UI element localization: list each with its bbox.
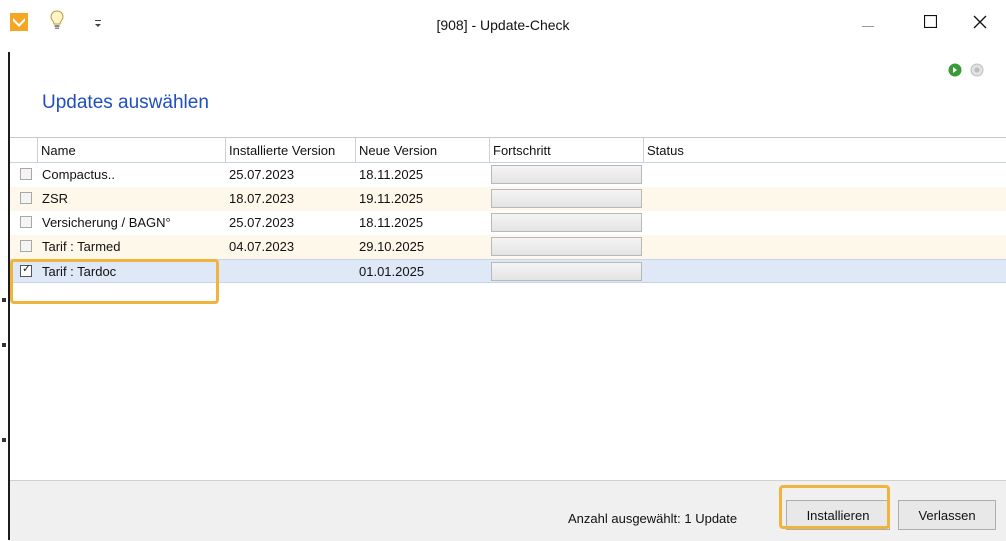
minimize-button[interactable] (848, 8, 888, 40)
column-header-new-version[interactable]: Neue Version (356, 138, 490, 162)
cell-installed-version: 25.07.2023 (229, 215, 295, 230)
forward-icon[interactable] (948, 63, 962, 82)
cell-new-version: 18.11.2025 (359, 215, 424, 230)
back-icon[interactable] (970, 63, 984, 82)
table-row[interactable]: ZSR 18.07.2023 19.11.2025 (10, 187, 1006, 211)
table-row[interactable]: Compactus.. 25.07.2023 18.11.2025 (10, 163, 1006, 187)
frame-marker (2, 438, 6, 442)
cell-installed-version: 25.07.2023 (229, 167, 295, 182)
selection-count: Anzahl ausgewählt: 1 Update (568, 511, 738, 526)
minimize-icon (862, 15, 874, 33)
title-bar: [908] - Update-Check (0, 0, 1006, 52)
maximize-icon (923, 14, 937, 33)
maximize-button[interactable] (910, 8, 950, 40)
column-header-status[interactable]: Status (644, 138, 1006, 162)
progress-bar (491, 165, 642, 184)
progress-bar (491, 189, 642, 208)
cell-name: Tarif : Tarmed (42, 239, 121, 254)
cell-installed-version: 04.07.2023 (229, 239, 295, 254)
close-button[interactable] (960, 8, 1000, 40)
cell-name: Compactus.. (42, 167, 115, 182)
navigation-icons (948, 63, 984, 82)
cell-name: ZSR (42, 191, 68, 206)
cell-new-version: 29.10.2025 (359, 239, 425, 254)
table-row[interactable]: Versicherung / BAGN° 25.07.2023 18.11.20… (10, 211, 1006, 235)
row-checkbox[interactable] (20, 240, 32, 252)
button-highlight-annotation (779, 485, 890, 529)
row-checkbox[interactable] (20, 216, 32, 228)
progress-bar (491, 237, 642, 256)
cell-name: Versicherung / BAGN° (42, 215, 171, 230)
cell-installed-version: 18.07.2023 (229, 191, 295, 206)
column-header-progress[interactable]: Fortschritt (490, 138, 644, 162)
frame-marker (2, 298, 6, 302)
progress-bar (491, 262, 642, 281)
cell-new-version: 01.01.2025 (359, 264, 425, 279)
column-header-installed-version[interactable]: Installierte Version (226, 138, 356, 162)
table-row[interactable]: Tarif : Tarmed 04.07.2023 29.10.2025 (10, 235, 1006, 259)
table-header: Name Installierte Version Neue Version F… (10, 138, 1006, 163)
cell-new-version: 18.11.2025 (359, 167, 424, 182)
row-highlight-annotation (10, 259, 219, 304)
progress-bar (491, 213, 642, 232)
frame-marker (2, 343, 6, 347)
updates-table: Name Installierte Version Neue Version F… (10, 137, 1006, 481)
column-header-name[interactable]: Name (38, 138, 226, 162)
window-left-frame (0, 0, 10, 540)
page-heading: Updates auswählen (42, 92, 209, 113)
exit-button[interactable]: Verlassen (898, 500, 996, 530)
cell-new-version: 19.11.2025 (359, 191, 424, 206)
row-checkbox[interactable] (20, 168, 32, 180)
close-icon (973, 15, 987, 34)
header-checkbox-column (10, 138, 38, 162)
row-checkbox[interactable] (20, 192, 32, 204)
